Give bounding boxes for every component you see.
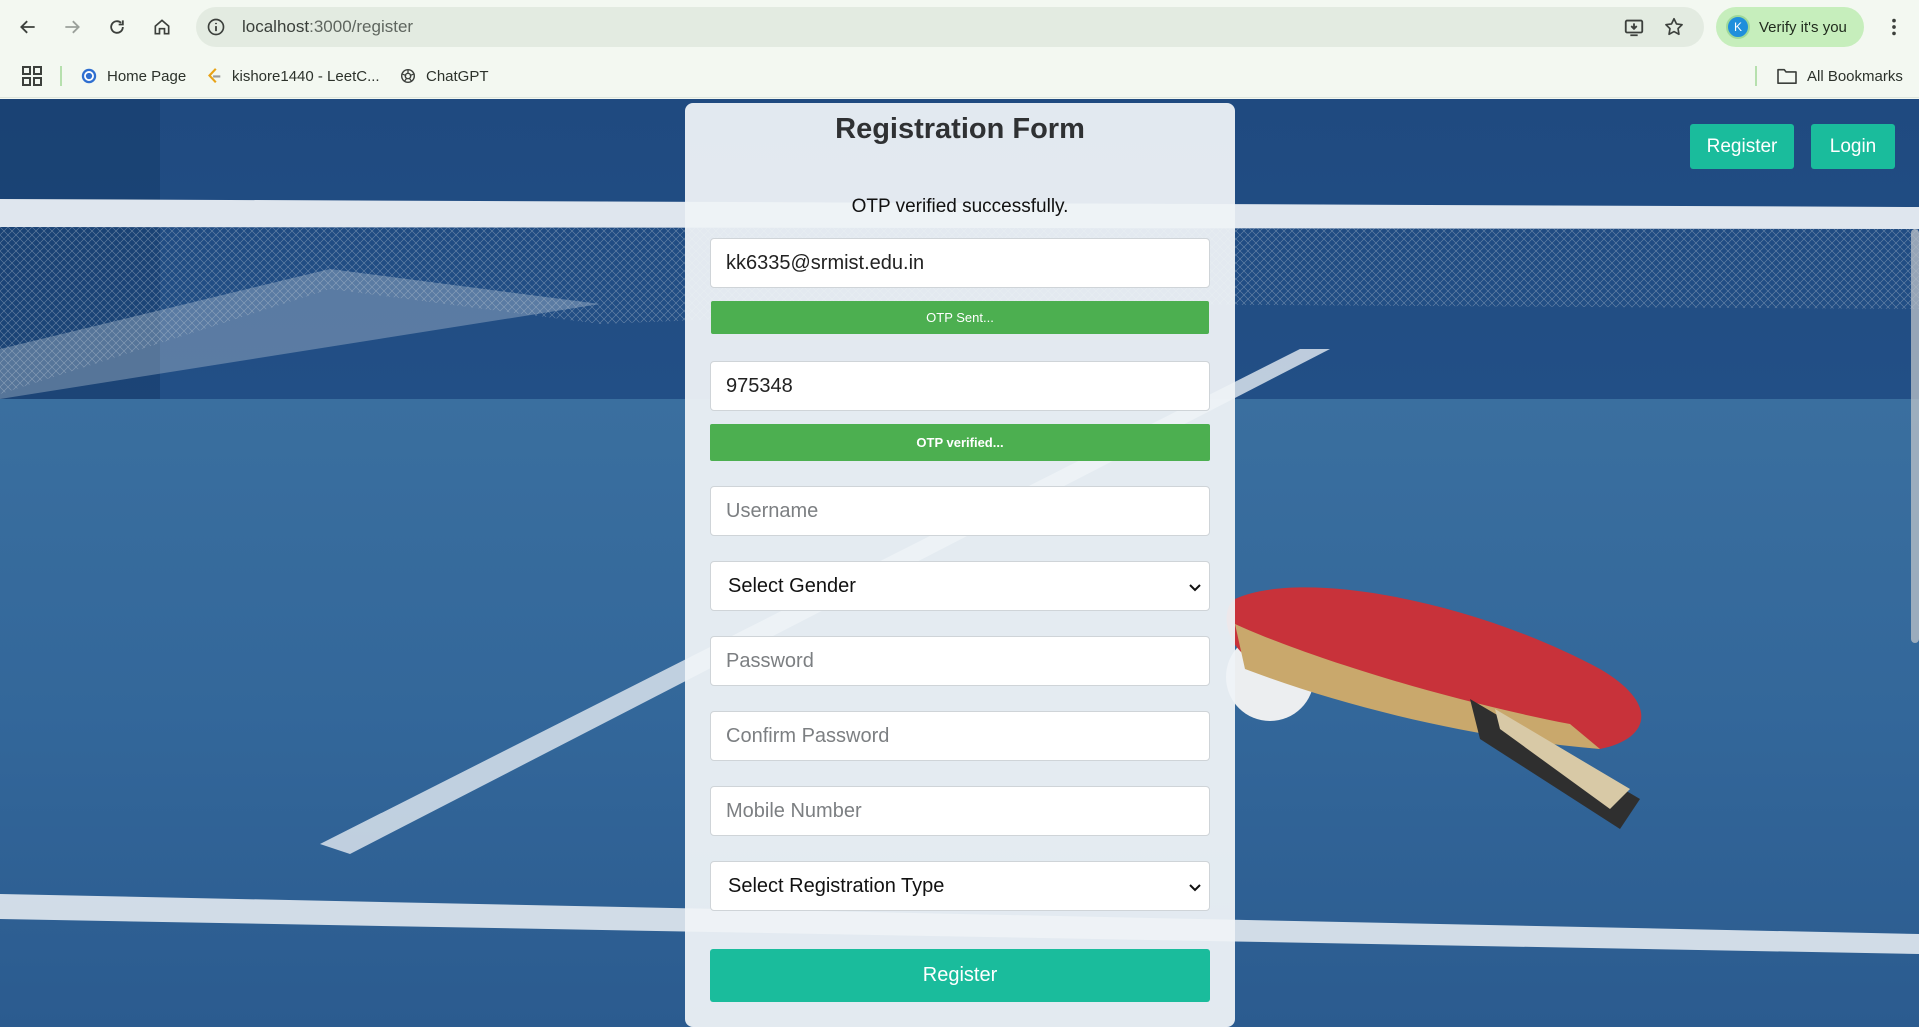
bookmark-separator [1755, 66, 1757, 86]
profile-label: Verify it's you [1759, 18, 1847, 36]
bookmark-label: kishore1440 - LeetC... [232, 67, 380, 85]
otp-sent-button[interactable]: OTP Sent... [711, 301, 1209, 334]
bookmark-separator [60, 66, 62, 86]
browser-toolbar: localhost:3000/register K Verify it's yo… [0, 0, 1919, 54]
password-field[interactable] [710, 636, 1210, 686]
url-host: localhost [242, 17, 310, 36]
register-submit-button[interactable]: Register [710, 949, 1210, 1002]
page-scrollbar[interactable] [1911, 229, 1919, 643]
bookmark-label: ChatGPT [426, 67, 489, 85]
bookmark-chatgpt[interactable]: ChatGPT [399, 62, 489, 90]
browser-menu-button[interactable] [1876, 9, 1912, 45]
bookmark-label: Home Page [107, 67, 187, 85]
arrow-right-icon [65, 20, 80, 34]
bookmark-leetcode[interactable]: kishore1440 - LeetC... [205, 62, 380, 90]
chatgpt-icon [399, 67, 417, 85]
mobile-number-field[interactable] [710, 786, 1210, 836]
home-button[interactable] [144, 9, 180, 45]
confirm-password-field[interactable] [710, 711, 1210, 761]
gender-select[interactable]: Select Gender [710, 561, 1210, 611]
reload-icon [110, 20, 124, 34]
back-button[interactable] [10, 9, 46, 45]
chevron-down-icon [1189, 584, 1201, 592]
forward-button[interactable] [54, 9, 90, 45]
registration-type-select[interactable]: Select Registration Type [710, 861, 1210, 911]
install-app-icon[interactable] [1622, 15, 1646, 39]
bookmark-home-page[interactable]: Home Page [80, 62, 186, 90]
avatar: K [1726, 15, 1750, 39]
profile-button[interactable]: K Verify it's you [1716, 7, 1864, 47]
all-bookmarks-button[interactable]: All Bookmarks [1776, 62, 1903, 90]
nav-register-button[interactable]: Register [1690, 124, 1794, 169]
url-text: localhost:3000/register [242, 7, 413, 47]
url-path: :3000/register [309, 17, 414, 36]
form-title: Registration Form [835, 113, 1085, 145]
home-page-favicon [80, 67, 98, 85]
otp-field[interactable] [710, 361, 1210, 411]
home-icon [154, 19, 170, 35]
leetcode-icon [205, 67, 223, 85]
nav-login-button[interactable]: Login [1811, 124, 1895, 169]
registration-type-select-value: Select Registration Type [728, 874, 945, 897]
bookmarks-bar: Home Page kishore1440 - LeetC... ChatGPT… [0, 54, 1919, 98]
arrow-left-icon [20, 20, 35, 34]
username-field[interactable] [710, 486, 1210, 536]
gender-select-value: Select Gender [728, 574, 856, 597]
all-bookmarks-label: All Bookmarks [1807, 67, 1903, 85]
address-bar[interactable]: localhost:3000/register [196, 7, 1704, 47]
page-viewport: Register Login Registration Form OTP ver… [0, 99, 1919, 1027]
bookmark-star-icon[interactable] [1662, 15, 1686, 39]
status-message: OTP verified successfully. [851, 196, 1069, 217]
chevron-down-icon [1189, 884, 1201, 892]
reload-button[interactable] [99, 9, 135, 45]
site-info-icon[interactable] [202, 13, 230, 41]
apps-grid-icon[interactable] [20, 64, 44, 88]
otp-verified-button[interactable]: OTP verified... [710, 424, 1210, 461]
email-field[interactable] [710, 238, 1210, 288]
folder-icon [1776, 67, 1798, 85]
more-vert-icon [1892, 18, 1896, 36]
registration-form: Registration Form OTP verified successfu… [685, 103, 1235, 1027]
